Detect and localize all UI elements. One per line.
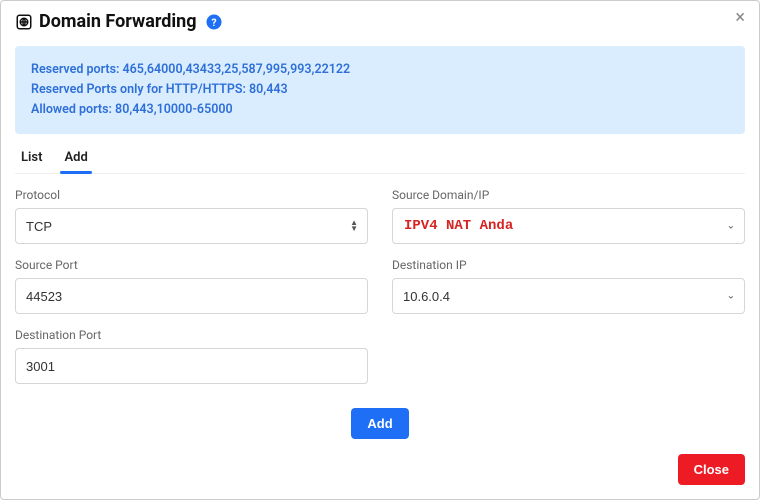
globe-icon bbox=[15, 13, 33, 31]
dest-ip-group: Destination IP ⌄ bbox=[392, 258, 745, 314]
close-button[interactable]: Close bbox=[678, 454, 745, 485]
info-line-reserved: Reserved ports: 465,64000,43433,25,587,9… bbox=[31, 60, 729, 80]
dest-port-input[interactable] bbox=[15, 348, 368, 384]
modal-header: Domain Forwarding ? bbox=[1, 1, 759, 38]
info-line-allowed: Allowed ports: 80,443,10000-65000 bbox=[31, 100, 729, 120]
info-box: Reserved ports: 465,64000,43433,25,587,9… bbox=[15, 46, 745, 134]
source-domain-select[interactable] bbox=[392, 208, 745, 244]
source-port-label: Source Port bbox=[15, 258, 368, 272]
tab-add[interactable]: Add bbox=[62, 144, 89, 173]
tab-list[interactable]: List bbox=[19, 144, 44, 173]
dest-ip-label: Destination IP bbox=[392, 258, 745, 272]
help-icon[interactable]: ? bbox=[205, 13, 223, 31]
source-port-group: Source Port bbox=[15, 258, 368, 314]
source-domain-label: Source Domain/IP bbox=[392, 188, 745, 202]
dest-port-label: Destination Port bbox=[15, 328, 368, 342]
protocol-group: Protocol ▲▼ bbox=[15, 188, 368, 244]
dest-port-group: Destination Port bbox=[15, 328, 368, 384]
source-port-input[interactable] bbox=[15, 278, 368, 314]
modal-footer: Close bbox=[1, 444, 759, 499]
add-button[interactable]: Add bbox=[351, 408, 408, 439]
protocol-select[interactable] bbox=[15, 208, 368, 244]
modal-body: Reserved ports: 465,64000,43433,25,587,9… bbox=[1, 38, 759, 444]
domain-forwarding-modal: × Domain Forwarding ? Reserved ports: 46… bbox=[0, 0, 760, 500]
dest-ip-select[interactable] bbox=[392, 278, 745, 314]
close-icon[interactable]: × bbox=[735, 9, 745, 27]
source-domain-group: Source Domain/IP IPV4 NAT Anda ⌄ bbox=[392, 188, 745, 244]
svg-text:?: ? bbox=[211, 15, 216, 28]
protocol-label: Protocol bbox=[15, 188, 368, 202]
modal-title: Domain Forwarding bbox=[39, 11, 197, 32]
tab-bar: List Add bbox=[15, 144, 745, 174]
info-line-reserved-http: Reserved Ports only for HTTP/HTTPS: 80,4… bbox=[31, 80, 729, 100]
